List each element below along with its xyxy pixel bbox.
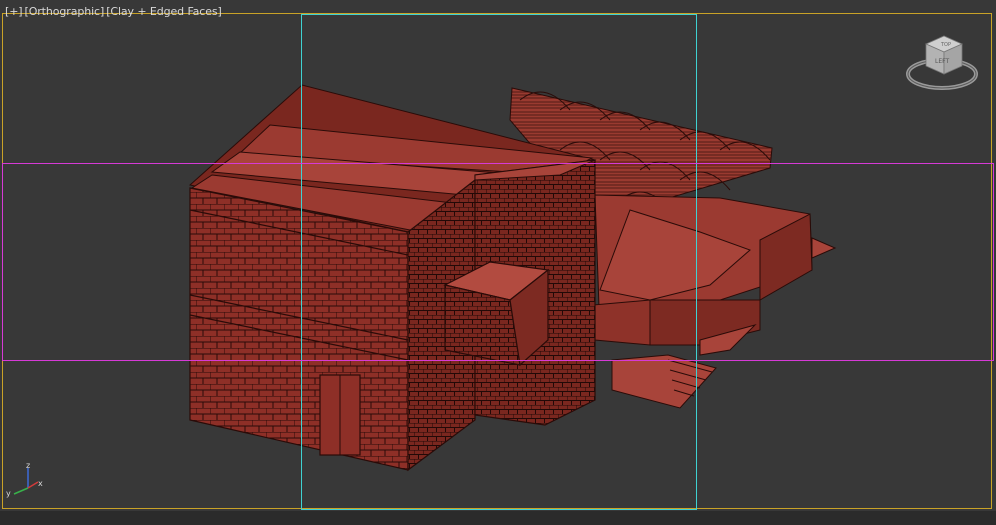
viewport-menu-plus[interactable]: [+] — [5, 5, 23, 18]
axis-x-label: x — [38, 479, 43, 488]
viewcube-top-label: TOP — [940, 42, 951, 48]
viewport-bottom-edge — [0, 511, 996, 525]
viewport-menu-shading[interactable]: [Clay + Edged Faces] — [106, 5, 222, 18]
viewport-perspective[interactable]: [+] [Orthographic] [Clay + Edged Faces] LE… — [0, 0, 996, 525]
scene-canvas[interactable] — [0, 0, 996, 525]
axis-y-label: y — [6, 489, 11, 498]
viewport-menu-view[interactable]: [Orthographic] — [25, 5, 105, 18]
viewport-label-menu: [+] [Orthographic] [Clay + Edged Faces] — [5, 5, 224, 18]
projecting-bay — [443, 261, 550, 367]
viewcube-icon[interactable]: LEFT TOP — [904, 30, 980, 94]
right-lower-wing — [592, 194, 837, 409]
viewcube-face-label: LEFT — [935, 58, 949, 65]
axis-tripod-icon: z y x — [6, 462, 43, 498]
axis-z-label: z — [26, 462, 30, 470]
